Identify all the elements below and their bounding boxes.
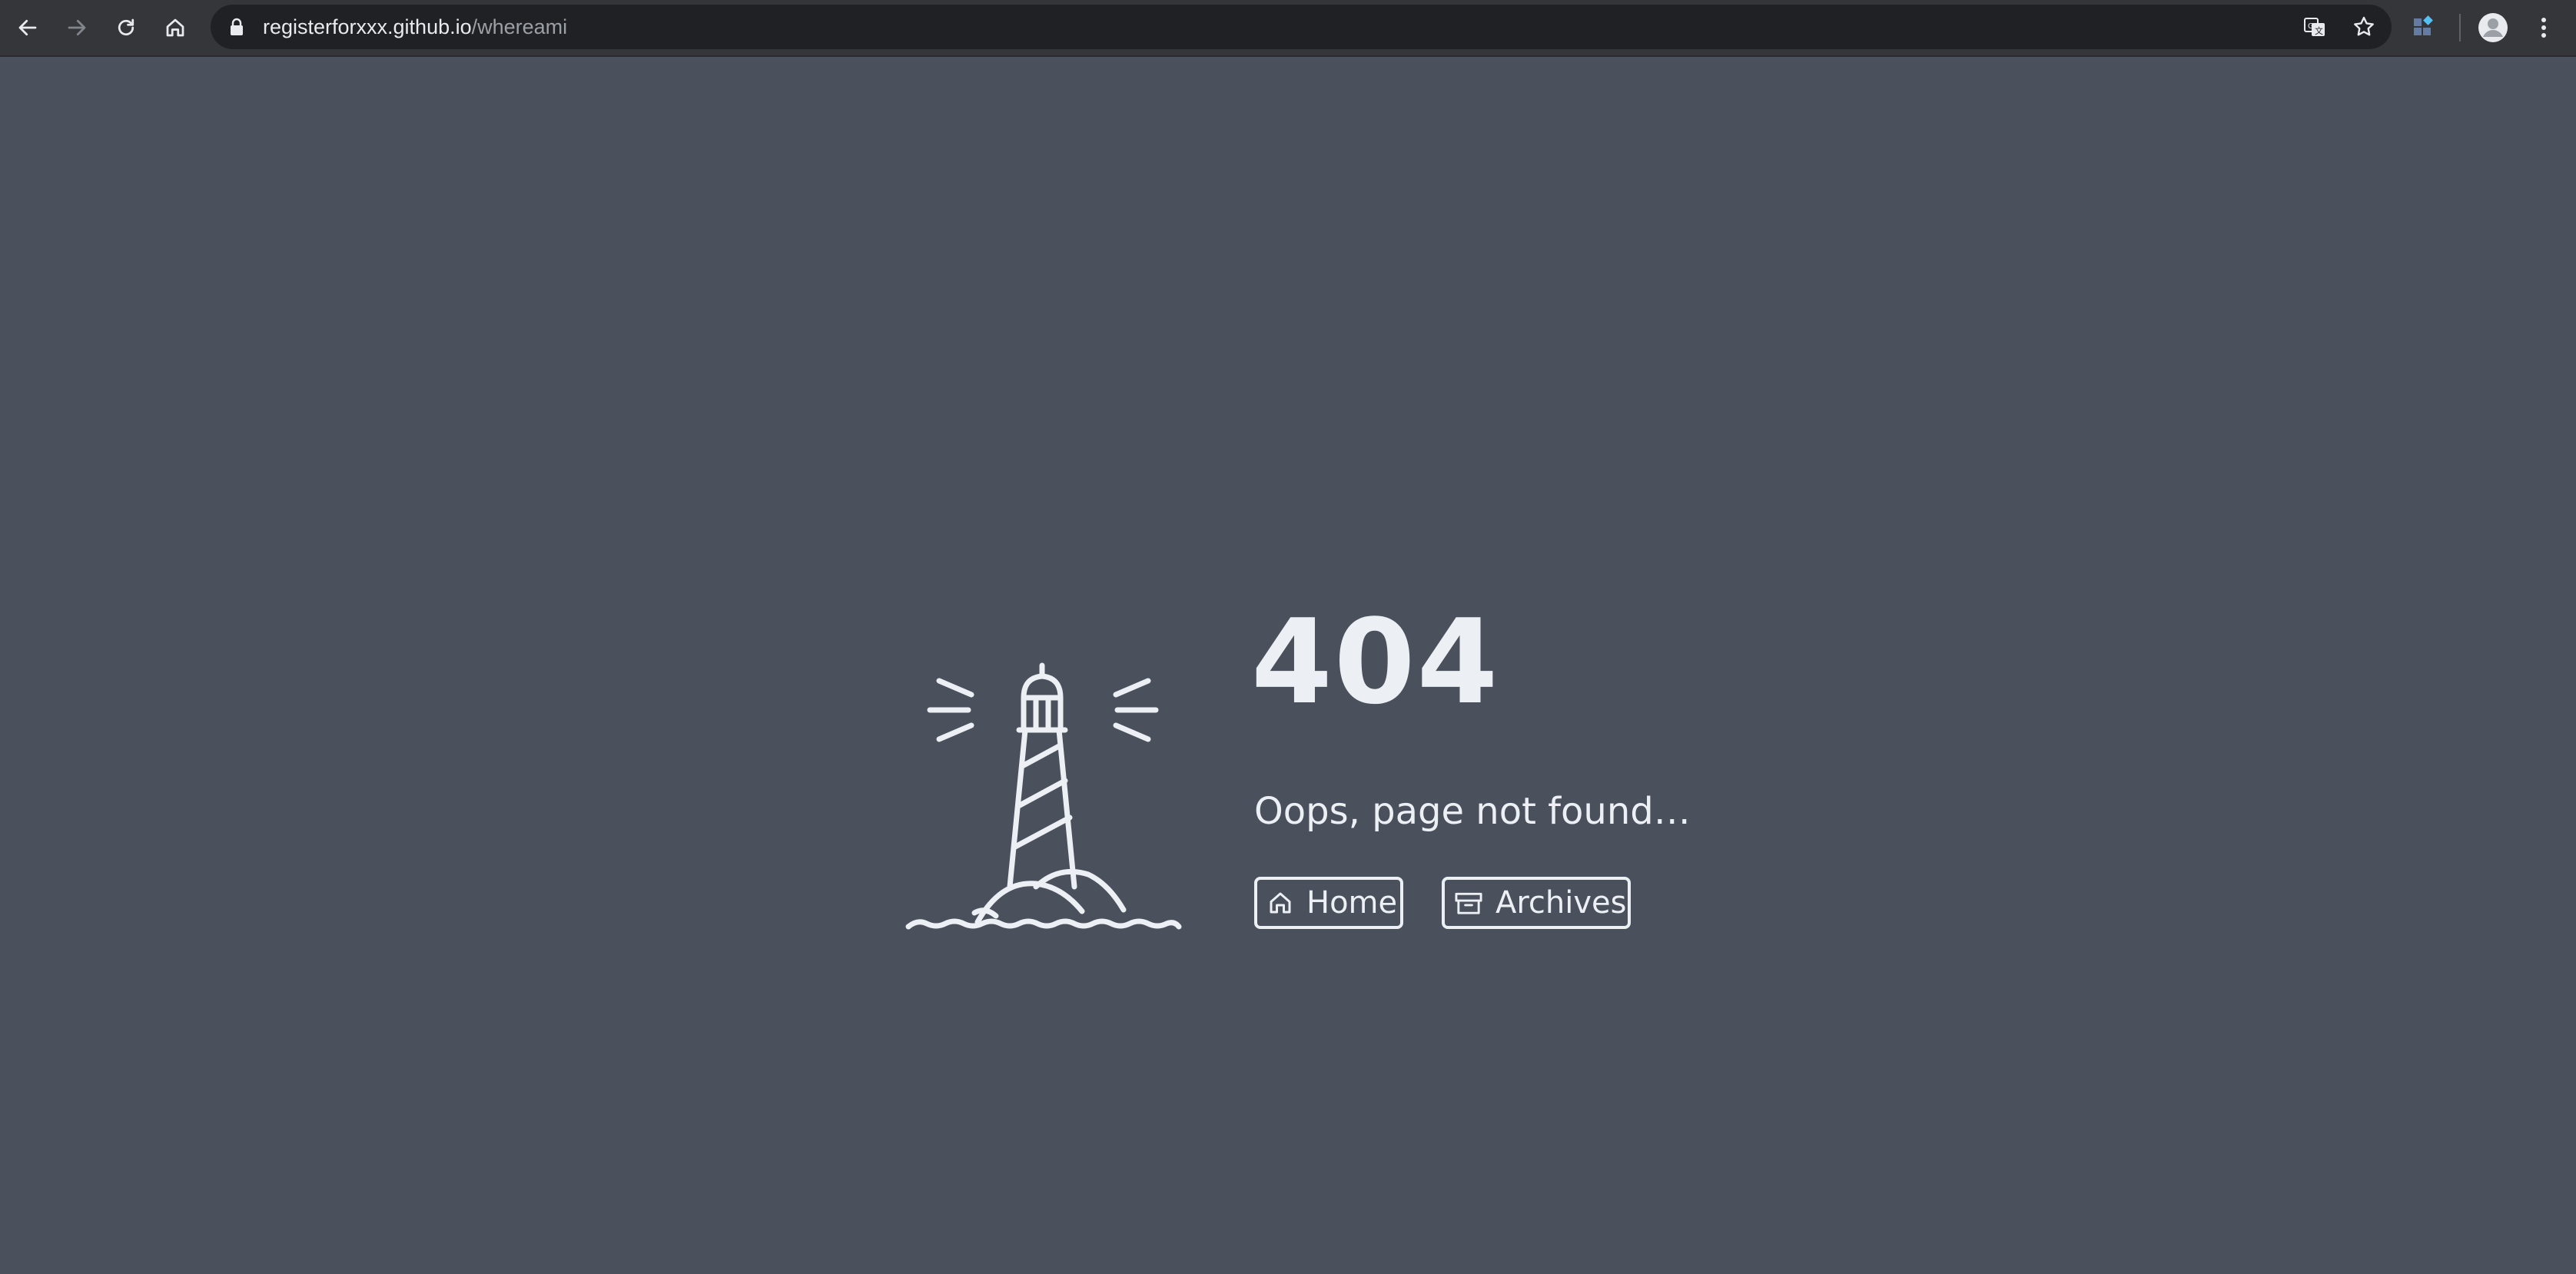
home-icon — [1270, 892, 1291, 914]
archive-box-icon — [1455, 892, 1482, 914]
lock-icon[interactable] — [229, 18, 244, 36]
home-button[interactable] — [158, 11, 192, 45]
extensions-icon — [2414, 15, 2433, 35]
svg-text:文: 文 — [2315, 25, 2323, 36]
avatar-icon — [2478, 13, 2508, 42]
reload-icon — [118, 18, 134, 36]
address-bar[interactable]: registerforxxx.github.io/whereami G 文 — [211, 5, 2392, 49]
forward-button[interactable] — [60, 11, 94, 45]
url-text[interactable]: registerforxxx.github.io/whereami — [263, 5, 567, 49]
url-path: /whereami — [471, 15, 568, 38]
error-code: 404 — [1251, 594, 1500, 730]
toolbar-divider — [2459, 14, 2461, 41]
kebab-menu-icon — [2541, 18, 2546, 38]
menu-button[interactable] — [2527, 11, 2561, 45]
lighthouse-icon — [905, 662, 1182, 930]
profile-button[interactable] — [2476, 11, 2510, 45]
archives-button-label: Archives — [1495, 885, 1627, 921]
svg-text:G: G — [2308, 22, 2314, 31]
translate-icon[interactable]: G 文 — [2302, 15, 2327, 39]
arrow-right-icon — [68, 19, 86, 36]
home-icon — [166, 18, 184, 37]
back-button[interactable] — [11, 11, 45, 45]
archives-link-button[interactable]: Archives — [1442, 877, 1631, 929]
url-host: registerforxxx.github.io — [263, 15, 472, 38]
error-message: Oops, page not found… — [1254, 790, 1691, 833]
browser-toolbar: registerforxxx.github.io/whereami G 文 — [0, 0, 2576, 57]
home-button-label: Home — [1306, 885, 1398, 921]
reload-button[interactable] — [109, 11, 143, 45]
star-icon[interactable] — [2352, 15, 2376, 39]
extensions-button[interactable] — [2406, 11, 2440, 45]
arrow-left-icon — [18, 19, 37, 36]
home-link-button[interactable]: Home — [1254, 877, 1403, 929]
